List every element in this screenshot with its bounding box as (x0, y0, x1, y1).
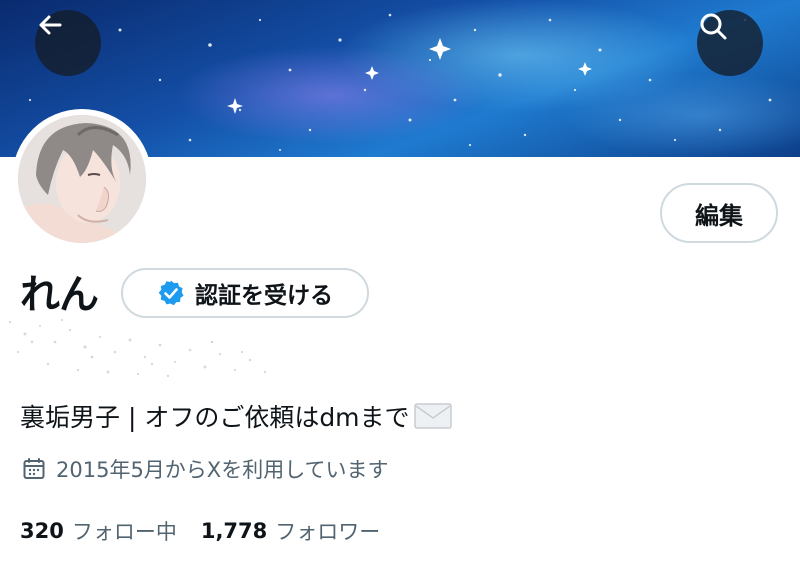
following-link[interactable]: 320 フォロー中 (20, 516, 177, 546)
follow-stats: 320 フォロー中 1,778 フォロワー (20, 516, 380, 546)
bio-text: 裏垢男子 | オフのご依頼はdmまで (20, 403, 410, 432)
arrow-left-icon (39, 15, 62, 35)
search-icon (700, 13, 727, 40)
followers-count: 1,778 (200, 519, 268, 543)
join-date: 2015年5月からXを利用しています (22, 454, 389, 484)
edit-button-label: 編集 (695, 201, 743, 230)
followers-label: フォロワー (275, 520, 381, 544)
following-count: 320 (20, 519, 64, 543)
get-verified-button[interactable]: 認証を受ける (121, 268, 369, 318)
blurred-handle (8, 319, 267, 378)
verified-badge-icon (158, 280, 184, 306)
avatar-image (18, 115, 146, 243)
join-date-text: 2015年5月からXを利用しています (56, 458, 389, 482)
calendar-icon (23, 458, 45, 479)
back-button[interactable] (35, 10, 101, 76)
profile-bio: 裏垢男子 | オフのご依頼はdmまで (20, 398, 452, 434)
verify-button-label: 認証を受ける (195, 283, 333, 309)
search-button[interactable] (697, 10, 763, 76)
avatar[interactable] (12, 109, 152, 249)
following-label: フォロー中 (71, 520, 177, 544)
edit-profile-button[interactable]: 編集 (660, 183, 778, 243)
followers-link[interactable]: 1,778 フォロワー (201, 516, 380, 546)
envelope-icon (413, 403, 452, 429)
